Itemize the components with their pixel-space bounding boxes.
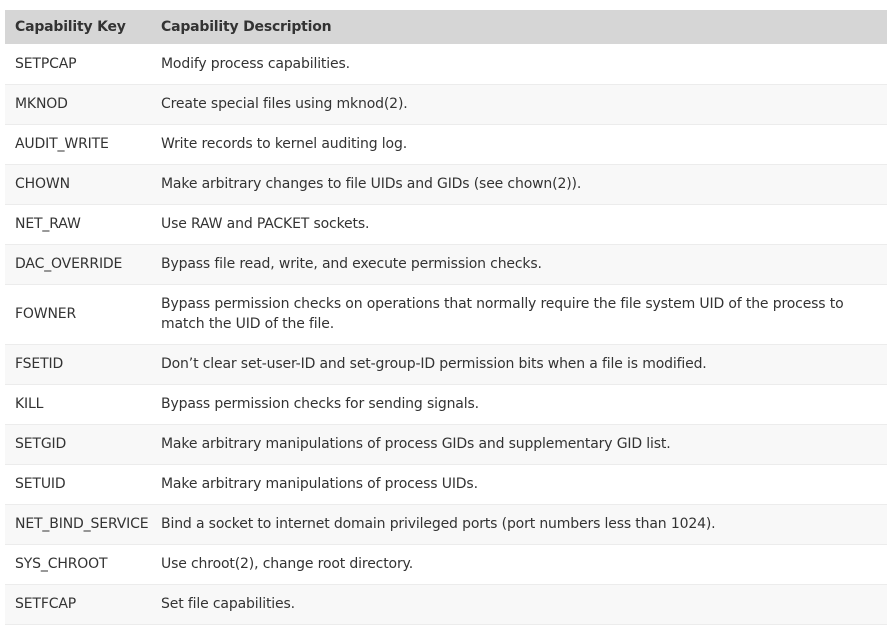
table-row: SETUID Make arbitrary manipulations of p…	[5, 464, 887, 504]
capability-description-cell: Use chroot(2), change root directory.	[161, 556, 414, 572]
table-row: AUDIT_WRITE Write records to kernel audi…	[5, 124, 887, 164]
capability-key-cell: NET_RAW	[15, 216, 81, 232]
capability-key-cell: DAC_OVERRIDE	[15, 256, 123, 272]
capability-key-cell: MKNOD	[15, 96, 68, 112]
capabilities-table: Capability Key Capability Description SE…	[5, 10, 887, 625]
capability-description-cell: Don’t clear set-user-ID and set-group-ID…	[161, 356, 707, 372]
table-row: FOWNER Bypass permission checks on opera…	[5, 284, 887, 344]
capability-description-cell: Make arbitrary manipulations of process …	[161, 476, 478, 492]
capability-description-cell: Make arbitrary manipulations of process …	[161, 436, 671, 452]
table-row: FSETID Don’t clear set-user-ID and set-g…	[5, 344, 887, 384]
capability-description-cell: Bypass file read, write, and execute per…	[161, 256, 542, 272]
capability-description-cell: Create special files using mknod(2).	[161, 96, 408, 112]
table-header: Capability Key Capability Description	[5, 10, 887, 44]
table-row: SETGID Make arbitrary manipulations of p…	[5, 424, 887, 464]
table-body: SETPCAP Modify process capabilities. MKN…	[5, 44, 887, 624]
capability-description-cell: Use RAW and PACKET sockets.	[161, 216, 370, 232]
table-row: KILL Bypass permission checks for sendin…	[5, 384, 887, 424]
column-header-capability-description: Capability Description	[161, 19, 332, 35]
capability-key-cell: SETGID	[15, 436, 67, 452]
capability-description-cell: Bypass permission checks on operations t…	[161, 296, 844, 332]
capability-description-cell: Set file capabilities.	[161, 596, 295, 612]
capability-key-cell: NET_BIND_SERVICE	[15, 516, 149, 532]
table-row: CHOWN Make arbitrary changes to file UID…	[5, 164, 887, 204]
capability-key-cell: SYS_CHROOT	[15, 556, 108, 572]
capability-description-cell: Modify process capabilities.	[161, 55, 350, 72]
table-row: NET_RAW Use RAW and PACKET sockets.	[5, 204, 887, 244]
table-row: SYS_CHROOT Use chroot(2), change root di…	[5, 544, 887, 584]
table-row: DAC_OVERRIDE Bypass file read, write, an…	[5, 244, 887, 284]
capability-description-cell: Bind a socket to internet domain privile…	[161, 516, 716, 532]
capability-key-cell: SETPCAP	[15, 55, 77, 72]
capability-description-cell: Write records to kernel auditing log.	[161, 136, 407, 152]
capability-key-cell: AUDIT_WRITE	[15, 136, 109, 152]
capability-key-cell: SETFCAP	[15, 596, 77, 612]
header-row: Capability Key Capability Description	[5, 10, 887, 44]
table-row: NET_BIND_SERVICE Bind a socket to intern…	[5, 504, 887, 544]
column-header-capability-key: Capability Key	[15, 19, 126, 35]
table-row: SETPCAP Modify process capabilities.	[5, 44, 887, 84]
table-row: MKNOD Create special files using mknod(2…	[5, 84, 887, 124]
capabilities-table-container: Capability Key Capability Description SE…	[5, 10, 887, 625]
capability-key-cell: KILL	[15, 396, 44, 412]
capability-key-cell: SETUID	[15, 476, 66, 492]
capability-key-cell: FOWNER	[15, 306, 77, 322]
capability-key-cell: CHOWN	[15, 176, 70, 192]
capability-description-cell: Bypass permission checks for sending sig…	[161, 396, 479, 412]
capability-description-cell: Make arbitrary changes to file UIDs and …	[161, 176, 582, 192]
capability-key-cell: FSETID	[15, 356, 64, 372]
table-row: SETFCAP Set file capabilities.	[5, 584, 887, 624]
